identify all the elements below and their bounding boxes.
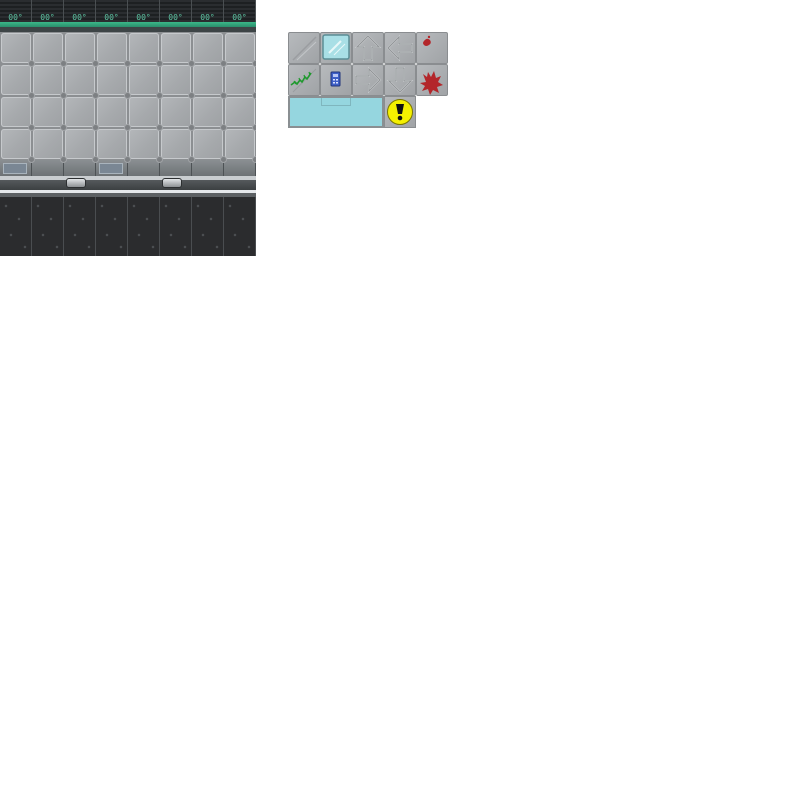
floor-tile[interactable] (97, 97, 131, 131)
floor-tile[interactable] (1, 65, 35, 99)
arrow-right-icon (355, 66, 382, 94)
green-vine-icon (290, 68, 317, 93)
space-tile (64, 197, 96, 256)
blood-drop-icon (423, 35, 431, 46)
floor-tile[interactable] (129, 33, 163, 67)
floor-tile[interactable] (161, 129, 195, 163)
wall-panel-code: 00° (168, 13, 183, 22)
floor-tile[interactable] (33, 97, 67, 131)
space-tile (128, 197, 160, 256)
scratched-floor-tile[interactable] (288, 32, 320, 64)
floor-tile[interactable] (1, 129, 35, 163)
floor-tile[interactable] (161, 65, 195, 99)
top-wall-strip: 00° 00° 00° 00° 00° 00° 00° 00° (0, 0, 256, 22)
arrow-left-icon (386, 34, 413, 62)
machine-panel[interactable] (160, 160, 192, 176)
wall-panel-tile: 00° (32, 0, 64, 22)
wall-panel-tile: 00° (192, 0, 224, 22)
wall-panel-code: 00° (8, 13, 23, 22)
machine-panel[interactable] (96, 160, 128, 176)
machine-screen (99, 163, 123, 174)
floor-grid (0, 32, 256, 163)
machine-panel[interactable] (64, 160, 96, 176)
floor-tile[interactable] (225, 129, 256, 163)
floor-tile[interactable] (193, 65, 227, 99)
wall-panel-code: 00° (232, 13, 247, 22)
vine-floor-tile[interactable] (288, 64, 320, 96)
floor-tile[interactable] (1, 97, 35, 131)
arrow-down-tile[interactable] (384, 64, 416, 96)
machine-panel[interactable] (32, 160, 64, 176)
arrow-left-tile[interactable] (384, 32, 416, 64)
wall-panel-tile: 00° (0, 0, 32, 22)
wall-panel-tile: 00° (160, 0, 192, 22)
glass-panel-icon (322, 34, 350, 60)
space-tile (0, 197, 32, 256)
scratch-icon (292, 36, 317, 61)
wall-panel-tile: 00° (96, 0, 128, 22)
floor-tile[interactable] (33, 129, 67, 163)
space-tile (224, 197, 256, 256)
floor-tile[interactable] (65, 129, 99, 163)
floor-tile[interactable] (33, 65, 67, 99)
floor-tile[interactable] (65, 33, 99, 67)
arrow-up-tile[interactable] (352, 32, 384, 64)
machine-screen (3, 163, 27, 174)
keypad-floor-tile[interactable] (320, 64, 352, 96)
floor-tile[interactable] (33, 33, 67, 67)
floor-tile[interactable] (129, 129, 163, 163)
floor-tile[interactable] (161, 33, 195, 67)
arrow-down-icon (386, 67, 414, 94)
space-tile (192, 197, 224, 256)
alert-tile[interactable] (384, 96, 416, 128)
wall-panel-code: 00° (72, 13, 87, 22)
rail-bar (0, 180, 256, 190)
space-tile (32, 197, 64, 256)
space-tile (96, 197, 128, 256)
wall-panel-code: 00° (40, 13, 55, 22)
floor-tile[interactable] (225, 33, 256, 67)
space-floor-row (0, 197, 256, 256)
rail-handle-left[interactable] (66, 178, 86, 188)
blood-splatter-tile[interactable] (416, 64, 448, 96)
floor-tile[interactable] (129, 65, 163, 99)
machine-panel[interactable] (224, 160, 256, 176)
water-pool-tile[interactable] (288, 96, 384, 128)
wall-panel-code: 00° (104, 13, 119, 22)
floor-tile[interactable] (65, 65, 99, 99)
machine-panel[interactable] (128, 160, 160, 176)
floor-tile[interactable] (97, 33, 131, 67)
floor-tile[interactable] (97, 129, 131, 163)
arrow-up-icon (354, 34, 382, 61)
blood-drop-tile[interactable] (416, 32, 448, 64)
wall-panel-tile: 00° (224, 0, 256, 22)
machine-panel[interactable] (0, 160, 32, 176)
floor-tile[interactable] (225, 65, 256, 99)
floor-tile[interactable] (97, 65, 131, 99)
space-tile (160, 197, 192, 256)
rail-handle-right[interactable] (162, 178, 182, 188)
exclamation-warning-icon (387, 99, 413, 125)
floor-tile[interactable] (193, 97, 227, 131)
floor-tile[interactable] (161, 97, 195, 131)
floor-tile[interactable] (129, 97, 163, 131)
floor-tile[interactable] (1, 33, 35, 67)
tile-palette (288, 32, 448, 128)
arrow-right-tile[interactable] (352, 64, 384, 96)
keypad-icon (330, 71, 341, 87)
glass-floor-tile[interactable] (320, 32, 352, 64)
wall-panel-tile: 00° (128, 0, 160, 22)
wall-panel-code: 00° (136, 13, 151, 22)
blood-splatter-icon (420, 71, 443, 95)
wall-panel-tile: 00° (64, 0, 96, 22)
floor-tile[interactable] (65, 97, 99, 131)
floor-tile[interactable] (225, 97, 256, 131)
pool-notch (321, 98, 351, 106)
floor-tile[interactable] (193, 33, 227, 67)
wall-panel-code: 00° (200, 13, 215, 22)
floor-tile[interactable] (193, 129, 227, 163)
station-scene: 00° 00° 00° 00° 00° 00° 00° 00° (0, 0, 256, 256)
machine-panel[interactable] (192, 160, 224, 176)
